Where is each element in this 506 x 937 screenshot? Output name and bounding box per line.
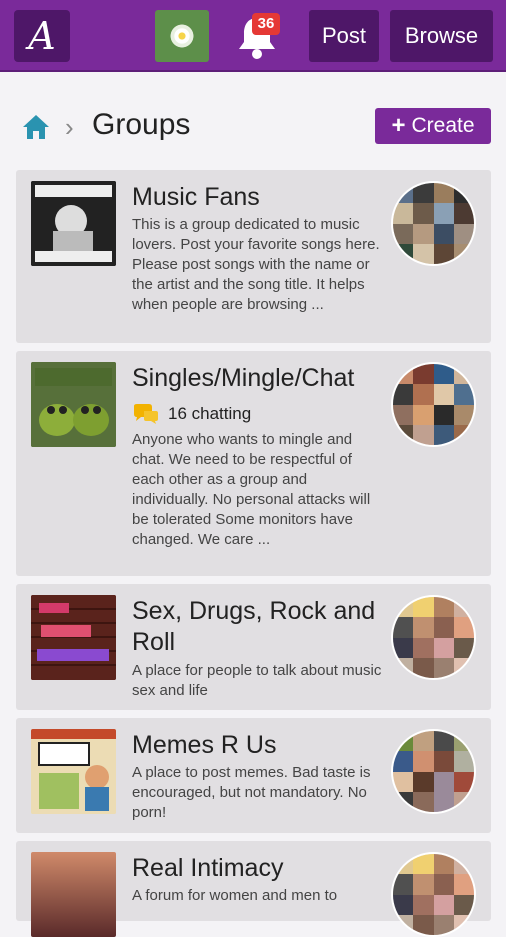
post-button[interactable]: Post xyxy=(309,10,379,62)
group-title[interactable]: Real Intimacy xyxy=(132,853,283,884)
chatting-indicator: 16 chatting xyxy=(132,403,251,425)
chat-bubbles-icon xyxy=(134,404,158,424)
members-avatar-collage xyxy=(391,852,476,937)
top-bar: A 36 Post Browse xyxy=(0,0,506,72)
plus-icon: + xyxy=(391,112,406,139)
group-description: A place for people to talk about music s… xyxy=(132,662,382,699)
members-avatar-collage xyxy=(391,595,476,680)
members-avatar-collage xyxy=(391,729,476,814)
group-card-sex-drugs-rock-roll[interactable]: Sex, Drugs, Rock and Roll A place for pe… xyxy=(16,584,491,710)
page-title: Groups xyxy=(92,108,191,141)
group-title[interactable]: Memes R Us xyxy=(132,730,276,761)
breadcrumb: › Groups + Create xyxy=(0,100,506,156)
group-thumbnail xyxy=(31,181,116,266)
group-description: This is a group dedicated to music lover… xyxy=(132,216,380,313)
group-description: A forum for women and men to xyxy=(132,887,338,904)
group-card-singles-mingle-chat[interactable]: Singles/Mingle/Chat 16 chatting Anyone w… xyxy=(16,351,491,576)
app-logo[interactable]: A xyxy=(14,10,70,62)
members-avatar-collage xyxy=(391,181,476,266)
group-title[interactable]: Sex, Drugs, Rock and Roll xyxy=(132,596,382,658)
group-description: Anyone who wants to mingle and chat. We … xyxy=(132,431,371,548)
create-label: Create xyxy=(411,114,475,137)
chevron-right-icon: › xyxy=(65,112,74,142)
group-thumbnail xyxy=(31,852,116,937)
group-description: A place to post memes. Bad taste is enco… xyxy=(132,764,371,821)
group-thumbnail xyxy=(31,729,116,814)
group-thumbnail xyxy=(31,595,116,680)
group-card-memes-r-us[interactable]: Memes R Us A place to post memes. Bad ta… xyxy=(16,718,491,833)
group-title[interactable]: Music Fans xyxy=(132,182,260,213)
create-group-button[interactable]: + Create xyxy=(375,108,491,144)
group-card-real-intimacy[interactable]: Real Intimacy A forum for women and men … xyxy=(16,841,491,937)
group-card-music-fans[interactable]: Music Fans This is a group dedicated to … xyxy=(16,170,491,343)
chatting-count: 16 chatting xyxy=(168,404,252,423)
members-avatar-collage xyxy=(391,362,476,447)
notifications-badge: 36 xyxy=(252,13,280,35)
browse-button[interactable]: Browse xyxy=(390,10,493,62)
home-icon[interactable] xyxy=(22,114,50,140)
user-avatar[interactable] xyxy=(155,10,209,62)
group-thumbnail xyxy=(31,362,116,447)
group-title[interactable]: Singles/Mingle/Chat xyxy=(132,363,354,394)
